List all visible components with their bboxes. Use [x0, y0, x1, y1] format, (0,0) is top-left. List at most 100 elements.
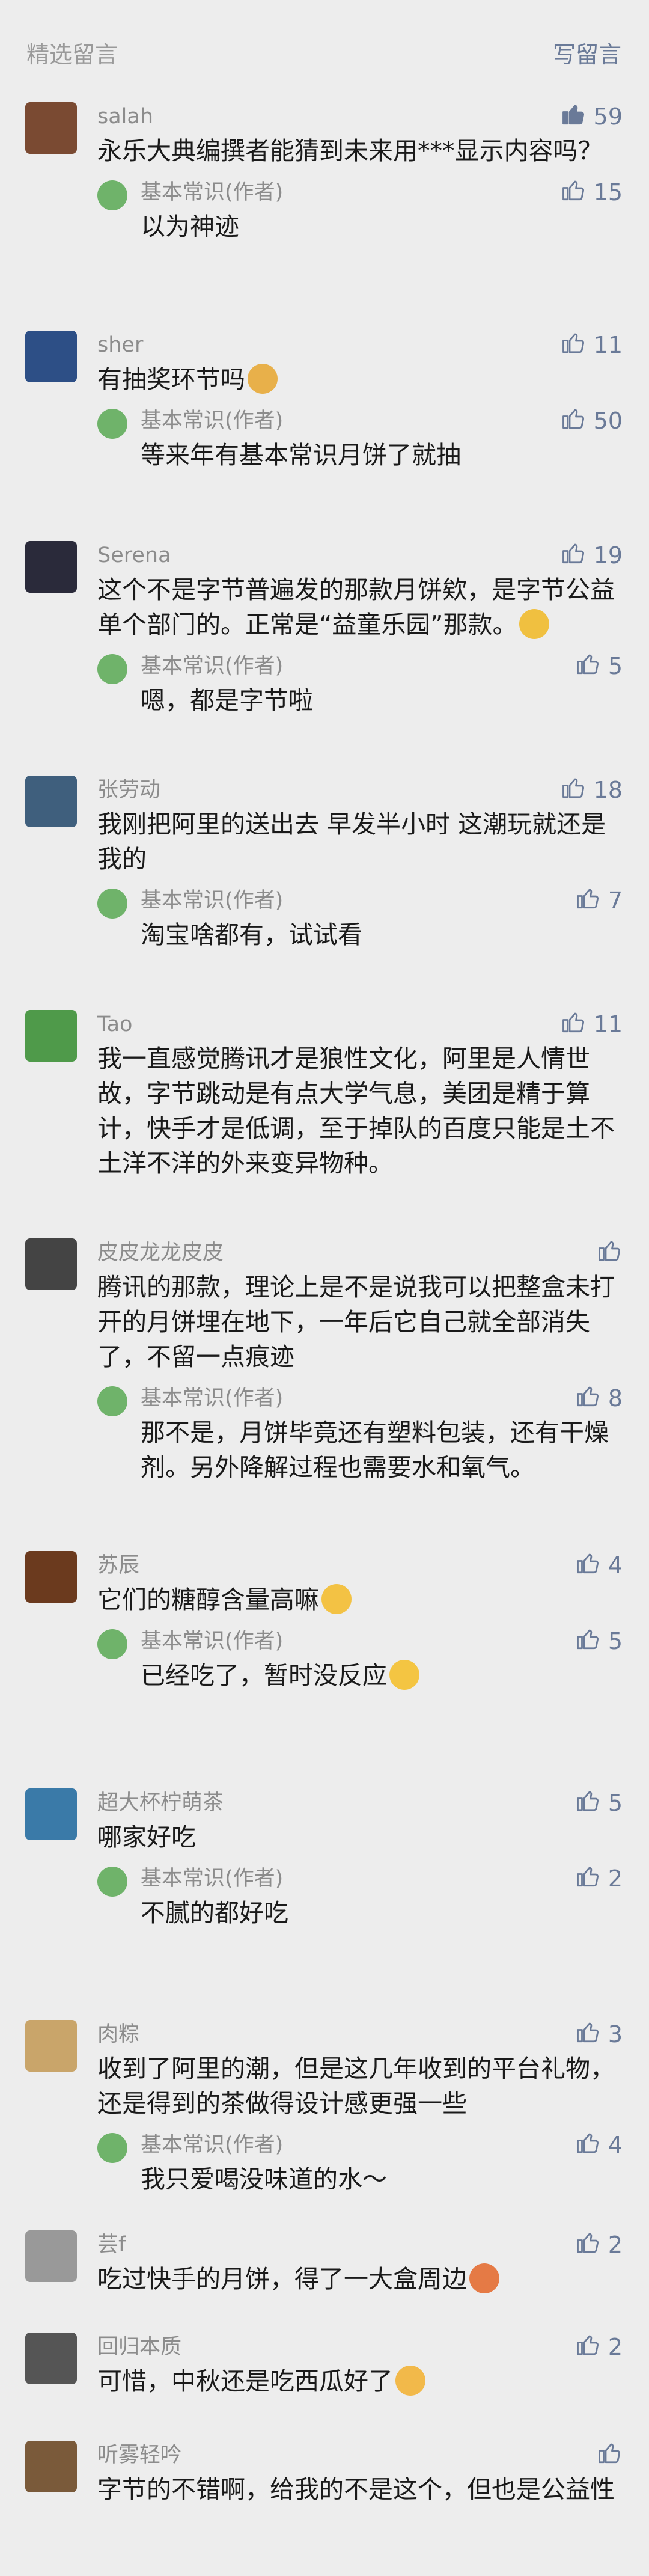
- author-name[interactable]: 基本常识(作者): [141, 409, 623, 433]
- comment-text: 这个不是字节普遍发的那款月饼欸，是字节公益单个部门的。正常是“益童乐园”那款。: [97, 572, 623, 642]
- reply-text-content: 不腻的都好吃: [141, 1898, 288, 1927]
- comment-text: 有抽奖环节吗: [97, 362, 623, 397]
- reply-like-button[interactable]: 4: [576, 2132, 623, 2158]
- commenter-name[interactable]: 肉粽: [97, 2020, 623, 2049]
- commenter-name[interactable]: salah: [97, 102, 623, 131]
- commenter-name[interactable]: 超大杯柠萌茶: [97, 1788, 623, 1817]
- comment-item: Serena 19 这个不是字节普遍发的那款月饼欸，是字节公益单个部门的。正常是“益…: [0, 541, 649, 718]
- thumbs-up-icon: [561, 775, 587, 806]
- like-button[interactable]: 5: [576, 1788, 623, 1817]
- avatar[interactable]: [25, 102, 77, 154]
- author-name[interactable]: 基本常识(作者): [141, 1386, 623, 1410]
- author-reply: 基本常识(作者) 7 淘宝啥都有，试试看: [97, 886, 623, 952]
- author-name[interactable]: 基本常识(作者): [141, 2133, 623, 2157]
- commenter-name[interactable]: sher: [97, 331, 623, 359]
- avatar[interactable]: [25, 2333, 77, 2384]
- comment-text: 可惜，中秋还是吃西瓜好了: [97, 2364, 623, 2399]
- like-button[interactable]: 59: [561, 102, 623, 131]
- reply-text: 不腻的都好吃: [141, 1895, 623, 1930]
- author-reply: 基本常识(作者) 2 不腻的都好吃: [97, 1864, 623, 1930]
- author-avatar[interactable]: [97, 1386, 127, 1416]
- like-count: 15: [593, 179, 623, 206]
- author-avatar[interactable]: [97, 889, 127, 919]
- author-reply: 基本常识(作者) 15 以为神迹: [97, 179, 623, 244]
- comment-item: 肉粽 3 收到了阿里的潮，但是这几年收到的平台礼物，还是得到的茶做得设计感更强一些基…: [0, 2020, 649, 2197]
- like-button[interactable]: 11: [561, 331, 623, 359]
- like-count: 5: [608, 1628, 623, 1654]
- avatar[interactable]: [25, 331, 77, 382]
- comment-text: 它们的糖醇含量高嘛: [97, 1582, 623, 1617]
- commenter-name[interactable]: 回归本质: [97, 2333, 623, 2361]
- author-name[interactable]: 基本常识(作者): [141, 180, 623, 204]
- author-name[interactable]: 基本常识(作者): [141, 1629, 623, 1653]
- emoji-icon: [519, 609, 550, 639]
- avatar[interactable]: [25, 1551, 77, 1603]
- comment-item: 听雾轻吟 字节的不错啊，给我的不是这个，但也是公益性: [0, 2441, 649, 2507]
- author-name[interactable]: 基本常识(作者): [141, 1867, 623, 1891]
- comment-text-content: 腾讯的那款，理论上是不是说我可以把整盒未打开的月饼埋在地下，一年后它自己就全部消…: [97, 1273, 615, 1371]
- emoji-icon: [469, 2263, 499, 2293]
- avatar[interactable]: [25, 1788, 77, 1840]
- avatar[interactable]: [25, 541, 77, 593]
- like-count: 50: [593, 408, 623, 434]
- thumbs-up-icon: [576, 886, 601, 916]
- author-avatar[interactable]: [97, 409, 127, 439]
- like-count: 2: [608, 1865, 623, 1892]
- like-button[interactable]: 4: [576, 1551, 623, 1580]
- commenter-name[interactable]: Tao: [97, 1010, 623, 1039]
- like-button[interactable]: 2: [576, 2230, 623, 2259]
- like-button[interactable]: 3: [576, 2020, 623, 2049]
- reply-text: 等来年有基本常识月饼了就抽: [141, 438, 623, 473]
- avatar[interactable]: [25, 776, 77, 827]
- reply-like-button[interactable]: 2: [576, 1864, 623, 1894]
- author-reply: 基本常识(作者) 5 嗯，都是字节啦: [97, 653, 623, 718]
- like-button[interactable]: 18: [561, 776, 623, 804]
- write-comment-button[interactable]: 写留言: [553, 36, 621, 69]
- comment-text-content: 可惜，中秋还是吃西瓜好了: [97, 2367, 393, 2396]
- reply-like-button[interactable]: 8: [576, 1385, 623, 1412]
- author-avatar[interactable]: [97, 2133, 127, 2163]
- like-button[interactable]: 19: [561, 541, 623, 570]
- comment-text-content: 我一直感觉腾讯才是狼性文化，阿里是人情世故，字节跳动是有点大学气息，美团是精于算…: [97, 1044, 615, 1178]
- reply-like-button[interactable]: 7: [576, 886, 623, 916]
- commenter-name[interactable]: 芸f: [97, 2230, 623, 2259]
- author-avatar[interactable]: [97, 1629, 127, 1659]
- like-count: 4: [608, 2132, 623, 2158]
- like-button[interactable]: [597, 2441, 623, 2470]
- reply-text: 以为神迹: [141, 209, 623, 244]
- thumbs-up-icon: [597, 1238, 623, 1268]
- thumbs-up-icon: [561, 540, 587, 571]
- comment-text-content: 有抽奖环节吗: [97, 365, 245, 394]
- like-button[interactable]: 2: [576, 2333, 623, 2361]
- thumbs-up-icon: [576, 1864, 601, 1894]
- like-button[interactable]: [597, 1238, 623, 1267]
- like-button[interactable]: 11: [561, 1010, 623, 1039]
- commenter-name[interactable]: 张劳动: [97, 776, 623, 804]
- avatar[interactable]: [25, 2230, 77, 2282]
- author-name[interactable]: 基本常识(作者): [141, 889, 623, 913]
- author-avatar[interactable]: [97, 654, 127, 684]
- reply-text-content: 已经吃了，暂时没反应: [141, 1661, 387, 1690]
- avatar[interactable]: [25, 2441, 77, 2492]
- like-count: 7: [608, 887, 623, 914]
- reply-like-button[interactable]: 5: [576, 1628, 623, 1654]
- reply-like-button[interactable]: 15: [561, 179, 623, 206]
- comment-text: 哪家好吃: [97, 1820, 623, 1855]
- comment-item: 张劳动 18 我刚把阿里的送出去 早发半小时 这潮玩就还是我的 基本常识(作者) 7 淘宝…: [0, 776, 649, 952]
- comment-text-content: 永乐大典编撰者能猜到未来用***显示内容吗？: [97, 136, 603, 165]
- avatar[interactable]: [25, 1010, 77, 1062]
- comment-text: 腾讯的那款，理论上是不是说我可以把整盒未打开的月饼埋在地下，一年后它自己就全部消…: [97, 1270, 623, 1374]
- thumbs-up-icon: [561, 330, 587, 361]
- commenter-name[interactable]: 皮皮龙龙皮皮: [97, 1238, 623, 1267]
- author-reply: 基本常识(作者) 8 那不是，月饼毕竟还有塑料包装，还有干燥剂。另外降解过程也需要水…: [97, 1385, 623, 1485]
- commenter-name[interactable]: 听雾轻吟: [97, 2441, 623, 2470]
- reply-like-button[interactable]: 50: [561, 408, 623, 434]
- author-name[interactable]: 基本常识(作者): [141, 654, 623, 678]
- reply-like-button[interactable]: 5: [576, 653, 623, 679]
- commenter-name[interactable]: 苏辰: [97, 1551, 623, 1580]
- avatar[interactable]: [25, 1238, 77, 1290]
- commenter-name[interactable]: Serena: [97, 541, 623, 570]
- author-avatar[interactable]: [97, 1867, 127, 1897]
- avatar[interactable]: [25, 2020, 77, 2072]
- author-avatar[interactable]: [97, 180, 127, 210]
